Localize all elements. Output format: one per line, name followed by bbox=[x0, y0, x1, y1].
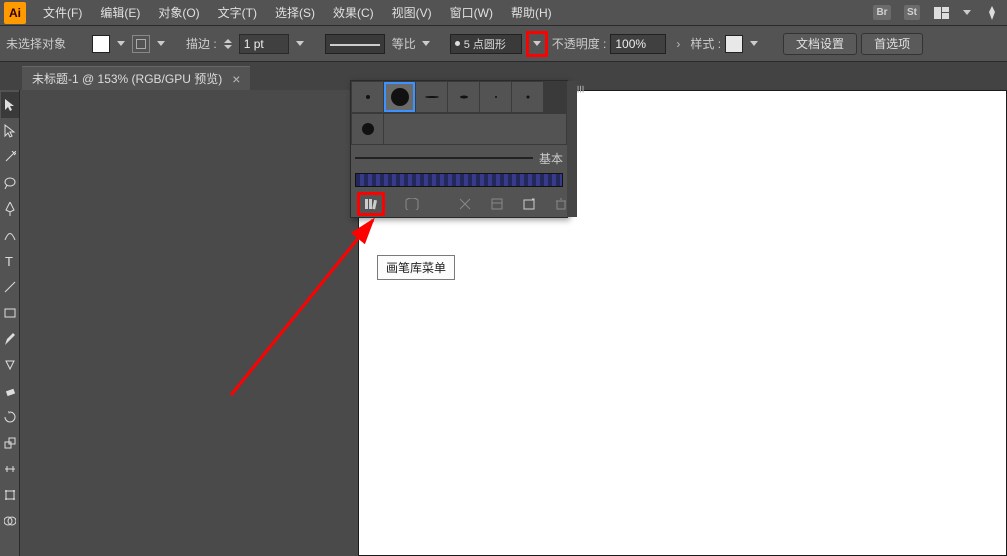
stock-button[interactable]: St bbox=[900, 3, 924, 23]
menu-edit[interactable]: 编辑(E) bbox=[91, 0, 149, 26]
direct-selection-tool[interactable] bbox=[1, 118, 19, 144]
brush-item[interactable] bbox=[512, 82, 543, 112]
width-tool[interactable] bbox=[1, 456, 19, 482]
brush-libraries-menu-icon[interactable] bbox=[362, 195, 380, 213]
free-transform-tool[interactable] bbox=[1, 482, 19, 508]
brush-options-icon[interactable] bbox=[491, 195, 503, 213]
stroke-label: 描边 : bbox=[186, 35, 217, 52]
panel-flyout-icon[interactable]: ≡ bbox=[573, 85, 589, 93]
fill-dropdown[interactable] bbox=[114, 35, 128, 53]
menu-file[interactable]: 文件(F) bbox=[34, 0, 91, 26]
pen-tool[interactable] bbox=[1, 196, 19, 222]
remove-brush-stroke-icon[interactable] bbox=[459, 195, 471, 213]
scale-tool[interactable] bbox=[1, 430, 19, 456]
control-bar: 未选择对象 描边 : 1 pt 等比 5 点圆形 不透明度 : 100% › 样… bbox=[0, 26, 1007, 62]
lasso-tool[interactable] bbox=[1, 170, 19, 196]
document-tab[interactable]: 未标题-1 @ 153% (RGB/GPU 预览) × bbox=[22, 66, 250, 90]
brush-dot-icon bbox=[455, 41, 460, 46]
graphic-style-swatch[interactable] bbox=[725, 35, 743, 53]
brush-art-row[interactable] bbox=[351, 171, 567, 191]
menu-effect[interactable]: 效果(C) bbox=[324, 0, 383, 26]
eraser-tool[interactable] bbox=[1, 378, 19, 404]
preferences-button[interactable]: 首选项 bbox=[861, 33, 923, 55]
tools-panel: T bbox=[0, 90, 20, 556]
type-tool[interactable]: T bbox=[1, 248, 19, 274]
brush-definition[interactable]: 5 点圆形 bbox=[450, 34, 522, 54]
opacity-more-icon[interactable]: › bbox=[670, 37, 686, 51]
panel-scrollbar[interactable] bbox=[567, 81, 577, 217]
delete-brush-icon[interactable] bbox=[555, 195, 567, 213]
arrange-documents-icon[interactable] bbox=[930, 3, 954, 23]
libraries-icon[interactable] bbox=[405, 195, 419, 213]
style-label: 样式 : bbox=[690, 35, 721, 52]
stroke-weight-dropdown[interactable] bbox=[293, 35, 307, 53]
magic-wand-tool[interactable] bbox=[1, 144, 19, 170]
brush-item[interactable] bbox=[448, 82, 479, 112]
tooltip: 画笔库菜单 bbox=[377, 255, 455, 280]
paintbrush-tool[interactable] bbox=[1, 326, 19, 352]
bridge-button[interactable]: Br bbox=[870, 3, 894, 23]
fill-swatch[interactable] bbox=[92, 35, 110, 53]
selection-status: 未选择对象 bbox=[6, 35, 66, 52]
graphic-style-dropdown[interactable] bbox=[747, 35, 761, 53]
menu-object[interactable]: 对象(O) bbox=[149, 0, 208, 26]
profile-dropdown[interactable] bbox=[419, 35, 433, 53]
brush-item[interactable] bbox=[352, 82, 383, 112]
curvature-tool[interactable] bbox=[1, 222, 19, 248]
menu-bar: Ai 文件(F) 编辑(E) 对象(O) 文字(T) 选择(S) 效果(C) 视… bbox=[0, 0, 1007, 26]
document-setup-button[interactable]: 文档设置 bbox=[783, 33, 857, 55]
stroke-weight-field[interactable]: 1 pt bbox=[239, 34, 289, 54]
brush-definition-label: 5 点圆形 bbox=[464, 36, 506, 52]
brush-item[interactable] bbox=[352, 114, 383, 144]
stroke-swatch-dropdown[interactable] bbox=[154, 35, 168, 53]
menu-select[interactable]: 选择(S) bbox=[266, 0, 324, 26]
line-tool[interactable] bbox=[1, 274, 19, 300]
brush-item[interactable] bbox=[416, 82, 447, 112]
app-logo: Ai bbox=[4, 2, 26, 24]
brush-item[interactable] bbox=[480, 82, 511, 112]
menu-view[interactable]: 视图(V) bbox=[383, 0, 441, 26]
variable-width-profile[interactable] bbox=[325, 34, 385, 54]
stroke-decrease[interactable] bbox=[221, 35, 235, 53]
menu-help[interactable]: 帮助(H) bbox=[502, 0, 561, 26]
rectangle-tool[interactable] bbox=[1, 300, 19, 326]
brush-definition-dropdown[interactable] bbox=[530, 35, 544, 53]
gpu-rocket-icon[interactable] bbox=[980, 3, 1004, 23]
rotate-tool[interactable] bbox=[1, 404, 19, 430]
tab-close-icon[interactable]: × bbox=[232, 71, 240, 87]
brush-panel-footer bbox=[351, 191, 567, 217]
brush-item-selected[interactable] bbox=[384, 82, 415, 112]
menu-type[interactable]: 文字(T) bbox=[209, 0, 266, 26]
shape-builder-tool[interactable] bbox=[1, 508, 19, 534]
brush-basic-row[interactable]: 基本 bbox=[351, 145, 567, 171]
svg-text:T: T bbox=[5, 255, 13, 267]
arrange-documents-dropdown[interactable] bbox=[960, 4, 974, 22]
opacity-field[interactable]: 100% bbox=[610, 34, 666, 54]
shaper-tool[interactable] bbox=[1, 352, 19, 378]
document-tab-title: 未标题-1 @ 153% (RGB/GPU 预览) bbox=[32, 70, 222, 87]
new-brush-icon[interactable] bbox=[523, 195, 535, 213]
brushes-dropdown-panel: 基本 ≡ bbox=[350, 80, 568, 218]
stroke-swatch[interactable] bbox=[132, 35, 150, 53]
brush-thumbnail-grid bbox=[351, 81, 567, 113]
selection-tool[interactable] bbox=[1, 92, 19, 118]
profile-label: 等比 bbox=[392, 35, 416, 52]
opacity-label: 不透明度 : bbox=[552, 35, 607, 52]
menu-window[interactable]: 窗口(W) bbox=[441, 0, 502, 26]
brush-basic-label: 基本 bbox=[539, 150, 563, 167]
